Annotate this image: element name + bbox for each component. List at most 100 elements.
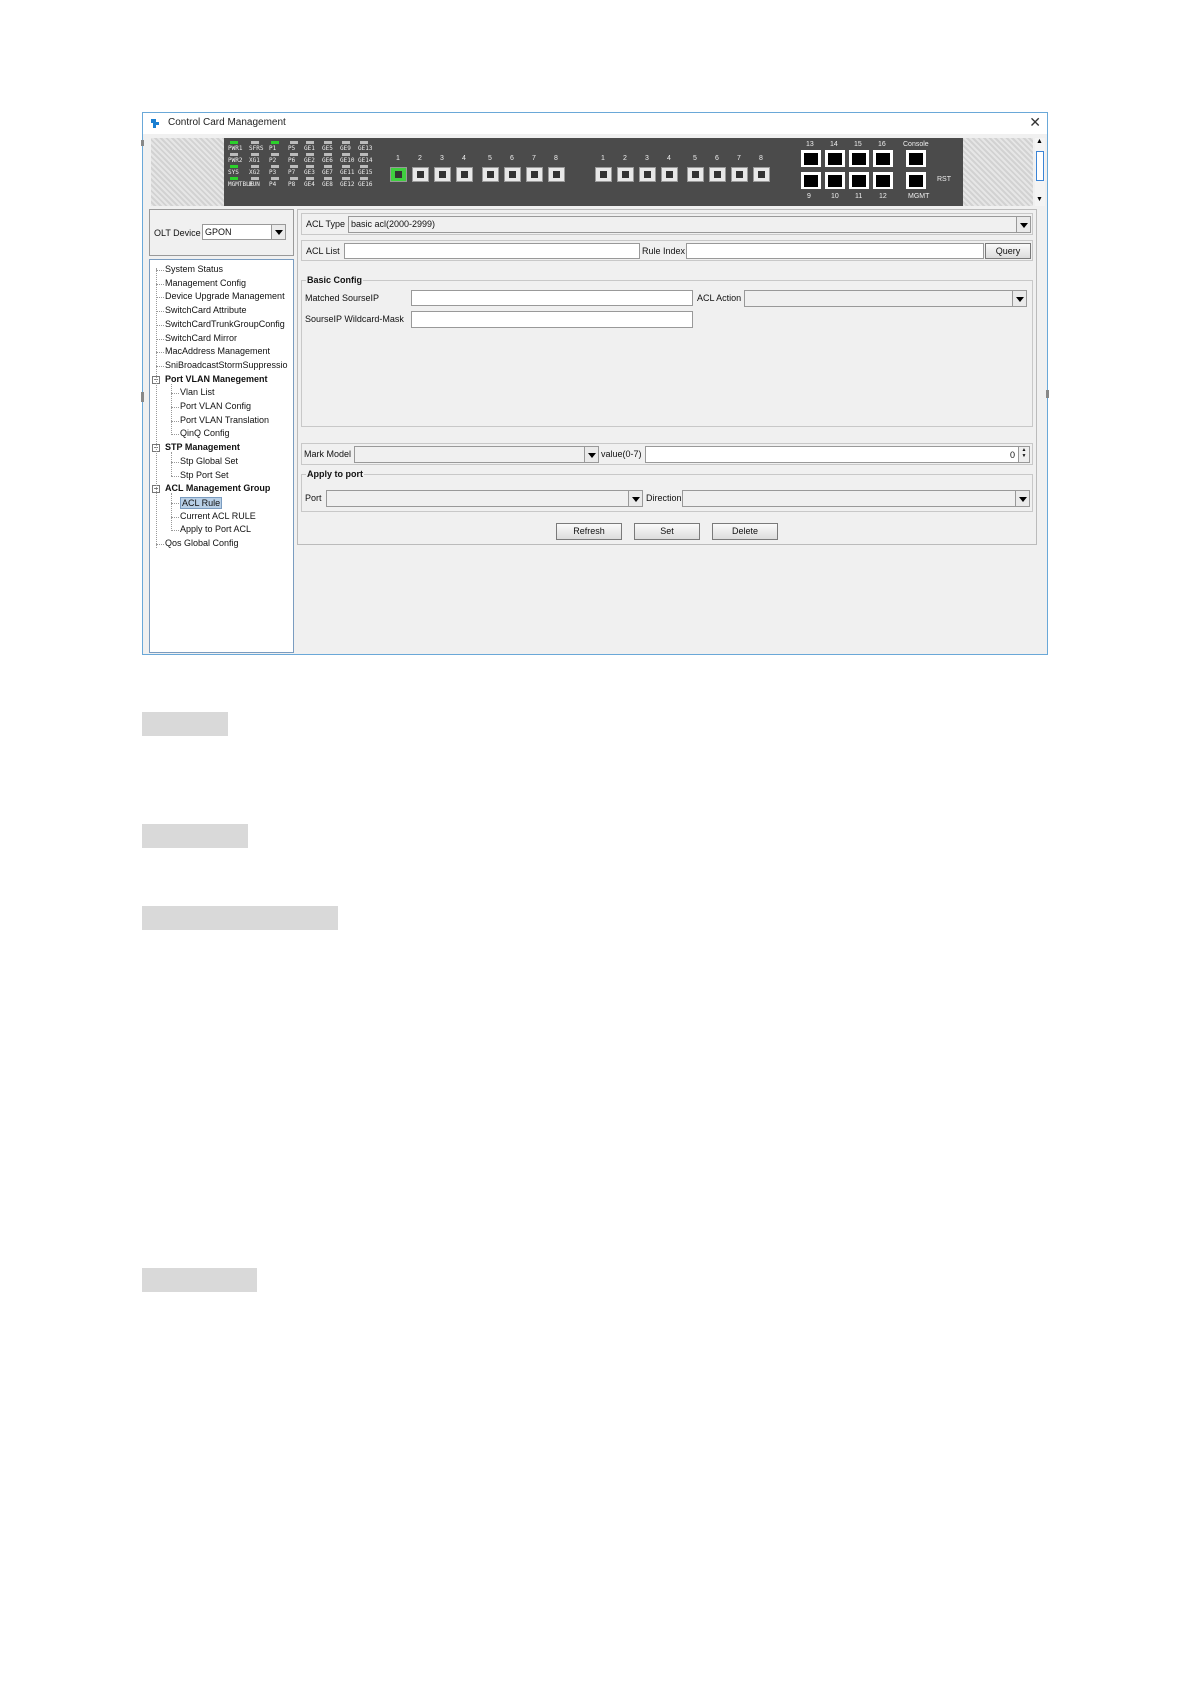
eth-port-number: 13 xyxy=(806,141,814,148)
tree-item[interactable]: SniBroadcastStormSuppressio xyxy=(165,360,288,370)
tree-item[interactable]: Current ACL RULE xyxy=(180,511,256,521)
eth-port[interactable] xyxy=(873,172,893,189)
chevron-down-icon[interactable] xyxy=(1016,217,1030,232)
acl-type-select[interactable]: basic acl(2000-2999) xyxy=(348,216,1031,233)
pon-port[interactable] xyxy=(687,167,704,182)
background-window-edge xyxy=(141,392,144,402)
tree-item[interactable]: Stp Port Set xyxy=(180,470,229,480)
panel-scrollbar[interactable]: ▲ ▼ xyxy=(1035,138,1045,206)
tree-connector xyxy=(171,516,179,518)
led-label: P2 xyxy=(269,157,277,164)
olt-device-select[interactable]: GPON xyxy=(202,224,286,240)
tree-item[interactable]: Port VLAN Translation xyxy=(180,415,269,425)
pon-port[interactable] xyxy=(390,167,407,182)
olt-device-box: OLT Device GPON xyxy=(149,209,294,256)
refresh-button[interactable]: Refresh xyxy=(556,523,622,540)
pon-port[interactable] xyxy=(595,167,612,182)
port-label: Port xyxy=(305,493,322,503)
tree-item[interactable]: QinQ Config xyxy=(180,428,230,438)
redacted-heading xyxy=(142,1268,257,1292)
value-spinner[interactable]: 0 ▲ ▼ xyxy=(645,446,1030,463)
scroll-up-icon[interactable]: ▲ xyxy=(1036,138,1043,145)
basic-config-group: Basic Config Matched SourseIP ACL Action… xyxy=(301,275,1033,427)
mark-model-select[interactable] xyxy=(354,446,599,463)
tree-connector xyxy=(171,393,179,395)
set-button[interactable]: Set xyxy=(634,523,700,540)
close-icon[interactable]: ✕ xyxy=(1029,114,1041,131)
chevron-down-icon[interactable] xyxy=(628,491,642,506)
tree-connector xyxy=(156,270,164,271)
eth-port[interactable] xyxy=(825,172,845,189)
tree-item[interactable]: Apply to Port ACL xyxy=(180,524,251,534)
chevron-down-icon[interactable] xyxy=(584,447,598,462)
chevron-down-icon[interactable] xyxy=(271,225,285,239)
scroll-thumb[interactable] xyxy=(1036,151,1044,181)
direction-select[interactable] xyxy=(682,490,1030,507)
chevron-down-icon[interactable] xyxy=(1015,491,1029,506)
led-indicator xyxy=(290,153,298,156)
tree-group[interactable]: STP Management xyxy=(165,442,240,452)
led-label: GE14 xyxy=(358,157,373,164)
led-indicator xyxy=(324,177,332,180)
pon-port-number: 1 xyxy=(396,155,400,162)
pon-port[interactable] xyxy=(548,167,565,182)
led-indicator xyxy=(306,177,314,180)
pon-port[interactable] xyxy=(753,167,770,182)
eth-port[interactable] xyxy=(849,172,869,189)
delete-button[interactable]: Delete xyxy=(712,523,778,540)
pon-port-number: 4 xyxy=(462,155,466,162)
led-indicator xyxy=(342,165,350,168)
rule-index-input[interactable] xyxy=(686,243,984,259)
tree-item[interactable]: Port VLAN Config xyxy=(180,401,251,411)
eth-port[interactable] xyxy=(801,172,821,189)
pon-port[interactable] xyxy=(526,167,543,182)
tree-group[interactable]: Port VLAN Manegement xyxy=(165,374,268,384)
panel-texture-left xyxy=(151,138,224,206)
pon-port[interactable] xyxy=(731,167,748,182)
title-bar: Control Card Management ✕ xyxy=(143,113,1047,134)
pon-port[interactable] xyxy=(661,167,678,182)
tree-item[interactable]: System Status xyxy=(165,264,223,274)
pon-port[interactable] xyxy=(639,167,656,182)
tree-item[interactable]: SwitchCardTrunkGroupConfig xyxy=(165,319,285,329)
eth-port[interactable] xyxy=(825,150,845,167)
pon-port[interactable] xyxy=(434,167,451,182)
tree-item[interactable]: Vlan List xyxy=(180,387,215,397)
led-label: GE9 xyxy=(340,145,351,152)
left-pane: OLT Device GPON System Status Management … xyxy=(149,209,294,653)
pon-port[interactable] xyxy=(709,167,726,182)
tree-item[interactable]: Qos Global Config xyxy=(165,538,239,548)
tree-item[interactable]: SwitchCard Attribute xyxy=(165,305,247,315)
tree-item[interactable]: Device Upgrade Management xyxy=(165,291,285,301)
tree-item[interactable]: Stp Global Set xyxy=(180,456,238,466)
eth-port[interactable] xyxy=(873,150,893,167)
led-label: P7 xyxy=(288,169,296,176)
tree-item[interactable]: Management Config xyxy=(165,278,246,288)
query-button[interactable]: Query xyxy=(985,243,1031,259)
mgmt-port[interactable] xyxy=(906,172,926,189)
tree-item[interactable]: ACL Rule xyxy=(180,496,223,509)
pon-port[interactable] xyxy=(504,167,521,182)
acl-list-input[interactable] xyxy=(344,243,640,259)
sourceip-mask-input[interactable] xyxy=(411,311,693,328)
eth-port[interactable] xyxy=(801,150,821,167)
acl-action-select[interactable] xyxy=(744,290,1027,307)
pon-port[interactable] xyxy=(617,167,634,182)
mark-model-label: Mark Model xyxy=(304,449,352,459)
spinner-arrows-icon[interactable]: ▲ ▼ xyxy=(1018,447,1029,462)
led-label: GE11 xyxy=(340,169,355,176)
pon-port[interactable] xyxy=(456,167,473,182)
tree-group[interactable]: ACL Management Group xyxy=(165,483,270,493)
port-select[interactable] xyxy=(326,490,643,507)
pon-port-number: 5 xyxy=(488,155,492,162)
matched-sourceip-input[interactable] xyxy=(411,290,693,306)
eth-port[interactable] xyxy=(849,150,869,167)
console-port[interactable] xyxy=(906,150,926,167)
led-indicator xyxy=(306,141,314,144)
tree-item[interactable]: MacAddress Management xyxy=(165,346,270,356)
tree-item[interactable]: SwitchCard Mirror xyxy=(165,333,237,343)
scroll-down-icon[interactable]: ▼ xyxy=(1036,196,1043,203)
chevron-down-icon[interactable] xyxy=(1012,291,1026,306)
pon-port[interactable] xyxy=(412,167,429,182)
pon-port[interactable] xyxy=(482,167,499,182)
